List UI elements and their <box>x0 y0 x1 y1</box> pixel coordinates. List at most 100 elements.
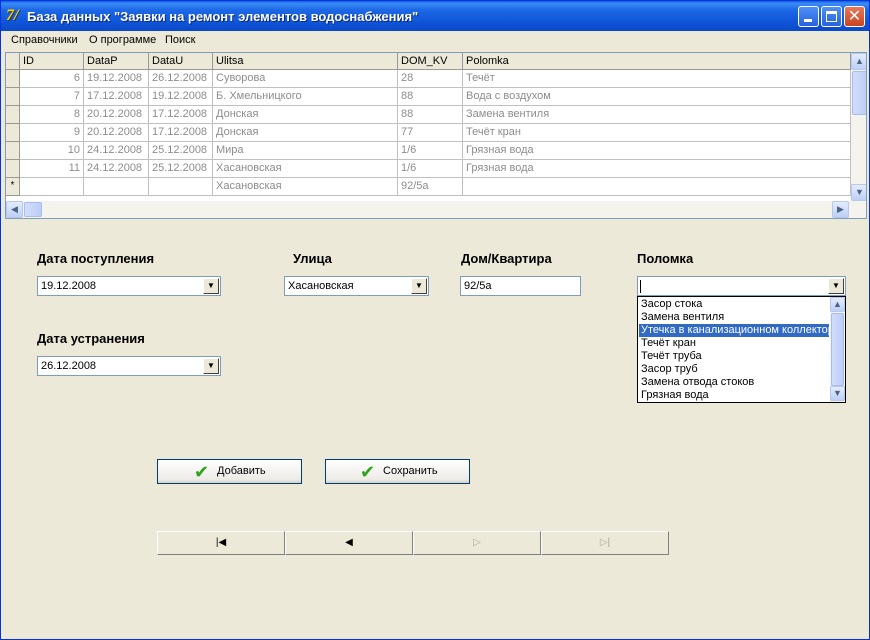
fault-select[interactable]: ▼ <box>637 276 846 296</box>
table-cell[interactable]: Донская <box>213 124 398 142</box>
nav-next-icon[interactable]: ▷ <box>413 531 541 555</box>
table-cell[interactable]: 8 <box>20 106 84 124</box>
table-cell[interactable] <box>463 178 851 196</box>
chevron-down-icon[interactable]: ▼ <box>203 278 219 294</box>
scroll-down-icon[interactable]: ▼ <box>851 184 866 201</box>
table-cell[interactable]: Грязная вода <box>463 160 851 178</box>
table-cell[interactable]: Суворова <box>213 70 398 88</box>
row-indicator[interactable] <box>6 88 20 106</box>
table-cell[interactable] <box>84 178 149 196</box>
table-cell[interactable]: 6 <box>20 70 84 88</box>
table-cell[interactable]: 92/5а <box>398 178 463 196</box>
list-item[interactable]: Замена вентиля <box>639 311 829 324</box>
list-item[interactable]: Грязная вода <box>639 389 829 402</box>
save-button[interactable]: ✔ Сохранить <box>325 459 470 484</box>
house-input[interactable]: 92/5а <box>460 276 581 296</box>
table-cell[interactable]: 25.12.2008 <box>149 142 213 160</box>
table-cell[interactable]: 25.12.2008 <box>149 160 213 178</box>
nav-last-icon[interactable]: ▷| <box>541 531 669 555</box>
row-indicator[interactable]: * <box>6 178 20 196</box>
table-cell[interactable]: Замена вентиля <box>463 106 851 124</box>
dropdown-scrollbar[interactable]: ▲ ▼ <box>830 297 845 402</box>
table-cell[interactable]: 28 <box>398 70 463 88</box>
table-cell[interactable]: Течёт кран <box>463 124 851 142</box>
horizontal-scroll-thumb[interactable] <box>24 202 42 217</box>
scroll-up-icon[interactable]: ▲ <box>830 297 845 312</box>
column-header-dom-kv[interactable]: DOM_KV <box>398 53 463 70</box>
table-cell[interactable]: Хасановская <box>213 178 398 196</box>
list-item[interactable]: Засор стока <box>639 298 829 311</box>
list-item[interactable]: Течёт труба <box>639 350 829 363</box>
list-item[interactable]: Течёт кран <box>639 337 829 350</box>
table-cell[interactable] <box>20 178 84 196</box>
vertical-scroll-thumb[interactable] <box>852 71 866 115</box>
table-cell[interactable]: Б. Хмельницкого <box>213 88 398 106</box>
scroll-left-icon[interactable]: ◀ <box>6 201 23 218</box>
minimize-button[interactable] <box>798 6 819 27</box>
date-in-picker[interactable]: 19.12.2008 ▼ <box>37 276 221 296</box>
nav-first-icon[interactable]: |◀ <box>157 531 285 555</box>
grid-horizontal-scrollbar[interactable]: ◀ ▶ <box>6 201 866 218</box>
table-cell[interactable]: 10 <box>20 142 84 160</box>
table-cell[interactable]: 11 <box>20 160 84 178</box>
table-cell[interactable] <box>149 178 213 196</box>
column-header-datau[interactable]: DataU <box>149 53 213 70</box>
close-button[interactable]: ✕ <box>844 6 865 27</box>
maximize-button[interactable] <box>821 6 842 27</box>
table-cell[interactable]: 17.12.2008 <box>84 88 149 106</box>
menu-about[interactable]: О программе <box>89 34 156 46</box>
column-header-ulitsa[interactable]: Ulitsa <box>213 53 398 70</box>
data-grid[interactable]: ID DataP DataU Ulitsa DOM_KV Polomka 6 19… <box>5 52 867 219</box>
title-bar[interactable]: 7/ База данных "Заявки на ремонт элемент… <box>1 1 869 31</box>
scroll-up-icon[interactable]: ▲ <box>851 53 866 70</box>
column-header-polomka[interactable]: Polomka <box>463 53 851 70</box>
table-cell[interactable]: 24.12.2008 <box>84 160 149 178</box>
nav-prior-icon[interactable]: ◀ <box>285 531 413 555</box>
row-indicator[interactable] <box>6 70 20 88</box>
table-cell[interactable]: Хасановская <box>213 160 398 178</box>
row-indicator[interactable] <box>6 124 20 142</box>
grid-vertical-scrollbar[interactable]: ▲ ▼ <box>851 53 866 201</box>
table-cell[interactable]: 17.12.2008 <box>149 106 213 124</box>
add-button[interactable]: ✔ Добавить <box>157 459 302 484</box>
list-item[interactable]: Замена отвода стоков <box>639 376 829 389</box>
table-cell[interactable]: 20.12.2008 <box>84 124 149 142</box>
list-item[interactable]: Засор труб <box>639 363 829 376</box>
column-header-id[interactable]: ID <box>20 53 84 70</box>
text-caret <box>640 280 641 293</box>
menu-search[interactable]: Поиск <box>165 34 195 46</box>
table-cell[interactable]: 19.12.2008 <box>84 70 149 88</box>
scroll-right-icon[interactable]: ▶ <box>832 201 849 218</box>
fault-dropdown-list[interactable]: Засор стока Замена вентиля Утечка в канали… <box>637 296 846 403</box>
table-cell[interactable]: Течёт <box>463 70 851 88</box>
chevron-down-icon[interactable]: ▼ <box>411 278 427 294</box>
row-indicator[interactable] <box>6 160 20 178</box>
dropdown-scroll-thumb[interactable] <box>831 313 844 386</box>
table-cell[interactable]: 19.12.2008 <box>149 88 213 106</box>
table-cell[interactable]: 88 <box>398 106 463 124</box>
table-cell[interactable]: Мира <box>213 142 398 160</box>
column-header-datap[interactable]: DataP <box>84 53 149 70</box>
table-cell[interactable]: 77 <box>398 124 463 142</box>
table-cell[interactable]: 20.12.2008 <box>84 106 149 124</box>
table-cell[interactable]: Грязная вода <box>463 142 851 160</box>
table-cell[interactable]: Вода с воздухом <box>463 88 851 106</box>
table-cell[interactable]: 88 <box>398 88 463 106</box>
chevron-down-icon[interactable]: ▼ <box>828 278 844 294</box>
table-cell[interactable]: 24.12.2008 <box>84 142 149 160</box>
date-out-picker[interactable]: 26.12.2008 ▼ <box>37 356 221 376</box>
list-item[interactable]: Утечка в канализационном коллекторе <box>639 324 829 337</box>
scroll-down-icon[interactable]: ▼ <box>830 386 845 401</box>
table-cell[interactable]: 1/6 <box>398 160 463 178</box>
table-cell[interactable]: 1/6 <box>398 142 463 160</box>
table-cell[interactable]: 17.12.2008 <box>149 124 213 142</box>
row-indicator[interactable] <box>6 142 20 160</box>
table-cell[interactable]: 7 <box>20 88 84 106</box>
table-cell[interactable]: Донская <box>213 106 398 124</box>
table-cell[interactable]: 9 <box>20 124 84 142</box>
street-select[interactable]: Хасановская ▼ <box>284 276 429 296</box>
table-cell[interactable]: 26.12.2008 <box>149 70 213 88</box>
chevron-down-icon[interactable]: ▼ <box>203 358 219 374</box>
menu-directories[interactable]: Справочники <box>11 34 78 46</box>
row-indicator[interactable] <box>6 106 20 124</box>
